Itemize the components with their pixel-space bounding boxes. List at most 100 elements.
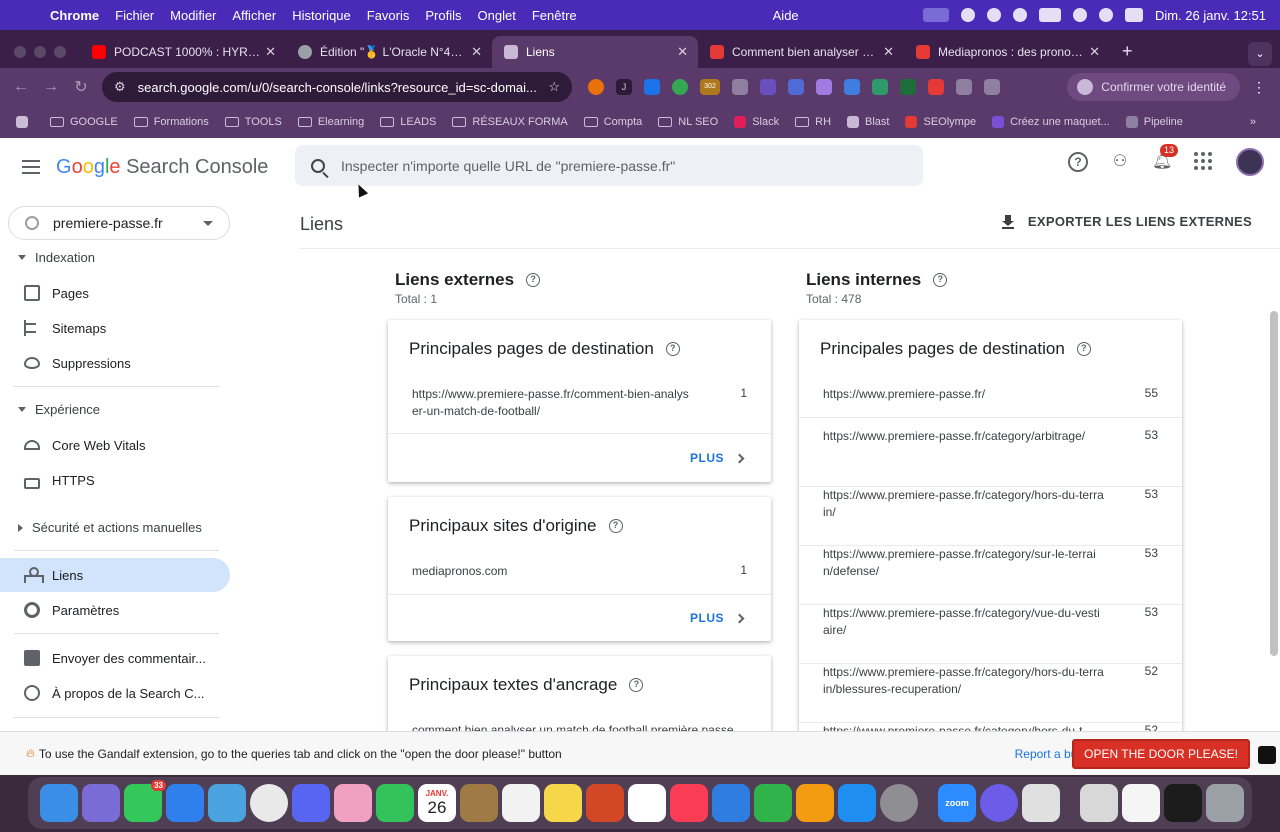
extension-icon[interactable] [644, 79, 660, 95]
google-apps-icon[interactable] [1194, 152, 1214, 172]
menu-favoris[interactable]: Favoris [367, 8, 410, 23]
sidebar-item-sitemaps[interactable]: Sitemaps [0, 311, 230, 345]
menu-historique[interactable]: Historique [292, 8, 351, 23]
gandalf-toggle-icon[interactable] [1258, 746, 1276, 764]
table-row[interactable]: https://www.premiere-passe.fr/comment-bi… [388, 386, 771, 434]
mail-icon[interactable] [166, 784, 204, 822]
bookmark-folder[interactable]: NL SEO [658, 116, 718, 128]
zoom-icon[interactable]: zoom [938, 784, 976, 822]
maps-icon[interactable] [208, 784, 246, 822]
table-row[interactable]: https://www.premiere-passe.fr/55 [799, 386, 1182, 418]
bookmark-folder[interactable]: RÉSEAUX FORMA [452, 116, 568, 128]
extensions-puzzle-icon[interactable] [956, 79, 972, 95]
extension-icon[interactable] [788, 79, 804, 95]
browser-tab[interactable]: Édition "🥇 L'Oracle N°40 : L ✕ [286, 36, 492, 68]
page-scrollbar[interactable] [1270, 311, 1278, 656]
document-stack-icon[interactable] [1122, 784, 1160, 822]
help-icon[interactable]: ? [526, 273, 541, 287]
more-button[interactable]: PLUS [690, 451, 745, 465]
help-icon[interactable]: ? [608, 519, 623, 533]
bookmark-folder[interactable]: Formations [133, 116, 209, 128]
trash-icon[interactable] [1206, 784, 1244, 822]
browser-tab-active[interactable]: Liens ✕ [492, 36, 698, 68]
app-store-icon[interactable] [838, 784, 876, 822]
sidebar-item-about[interactable]: À propos de la Search C... [0, 676, 230, 710]
menu-app-name[interactable]: Chrome [50, 8, 99, 23]
pages-app-icon[interactable] [796, 784, 834, 822]
battery-icon[interactable] [1038, 8, 1061, 22]
link-url[interactable]: mediapronos.com [412, 563, 694, 580]
close-tab-icon[interactable]: ✕ [677, 44, 688, 60]
browser-tab[interactable]: PODCAST 1000% : HYROX : L✕ [80, 36, 286, 68]
link-url[interactable]: https://www.premiere-passe.fr/category/v… [823, 605, 1105, 639]
table-row[interactable]: https://www.premiere-passe.fr/category/a… [799, 428, 1182, 487]
time-machine-icon[interactable] [986, 8, 1001, 22]
notifications-bell-icon[interactable]: 🔔︎ 13 [1152, 144, 1178, 172]
link-url[interactable]: https://www.premiere-passe.fr/category/a… [823, 428, 1105, 445]
search-placeholder[interactable]: Inspecter n'importe quelle URL de "premi… [341, 158, 675, 174]
close-tab-icon[interactable]: ✕ [471, 44, 482, 60]
section-experience[interactable]: Expérience [18, 402, 100, 417]
screen-mirroring-icon[interactable] [922, 8, 949, 22]
help-icon[interactable]: ? [1068, 152, 1088, 172]
manage-users-icon[interactable]: ⚇ [1110, 152, 1130, 172]
sidebar-item-feedback[interactable]: Envoyer des commentair... [0, 641, 230, 675]
link-url[interactable]: https://www.premiere-passe.fr/category/s… [823, 546, 1105, 580]
facetime-icon[interactable] [376, 784, 414, 822]
bookmark-folder[interactable]: RH [795, 116, 831, 128]
extension-badge-icon[interactable]: 302 [700, 79, 720, 95]
screenshot-stack-icon[interactable] [1164, 784, 1202, 822]
reading-list-icon[interactable] [984, 79, 1000, 95]
chrome-icon[interactable] [250, 784, 288, 822]
bookmark-star-icon[interactable]: ☆ [548, 79, 560, 95]
close-tab-icon[interactable]: ✕ [883, 44, 894, 60]
table-row[interactable]: https://www.premiere-passe.fr/category/h… [799, 487, 1182, 546]
menu-modifier[interactable]: Modifier [170, 8, 216, 23]
menu-fichier[interactable]: Fichier [115, 8, 154, 23]
site-info-icon[interactable]: ⚙ [114, 79, 126, 95]
close-tab-icon[interactable]: ✕ [1089, 44, 1100, 60]
freeform-icon[interactable] [628, 784, 666, 822]
menu-profils[interactable]: Profils [425, 8, 461, 23]
bookmark-folder[interactable]: Elearning [297, 116, 364, 128]
preview-icon[interactable] [1022, 784, 1060, 822]
forward-icon[interactable]: → [36, 78, 66, 96]
help-icon[interactable]: ? [933, 273, 948, 287]
link-url[interactable]: https://www.premiere-passe.fr/comment-bi… [412, 386, 694, 420]
extension-icon[interactable] [816, 79, 832, 95]
play-icon[interactable] [1012, 8, 1027, 22]
notes-icon[interactable] [544, 784, 582, 822]
bookmark-folder[interactable]: Compta [583, 116, 642, 128]
table-row[interactable]: https://www.premiere-passe.fr/category/h… [799, 664, 1182, 723]
powerpoint-icon[interactable] [586, 784, 624, 822]
extension-icon[interactable] [672, 79, 688, 95]
numbers-icon[interactable] [754, 784, 792, 822]
property-selector[interactable]: premiere-passe.fr [8, 206, 230, 240]
bookmark-link[interactable]: Pipeline [1125, 116, 1183, 128]
table-row[interactable]: https://www.premiere-passe.fr/category/v… [799, 605, 1182, 664]
main-menu-icon[interactable] [22, 160, 40, 174]
system-settings-icon[interactable] [880, 784, 918, 822]
browser-tab[interactable]: Mediapronos : des pronostics ✕ [904, 36, 1110, 68]
extension-icon[interactable] [872, 79, 888, 95]
bookmark-folder[interactable]: TOOLS [224, 116, 282, 128]
bookmark-folder[interactable]: GOOGLE [50, 116, 118, 128]
back-icon[interactable]: ← [6, 78, 36, 96]
sidebar-item-liens[interactable]: Liens [0, 558, 230, 592]
menu-onglet[interactable]: Onglet [478, 8, 516, 23]
messages-icon[interactable]: 33 [124, 780, 166, 822]
brightness-icon[interactable] [960, 8, 975, 22]
close-window-button[interactable] [14, 46, 26, 58]
section-security[interactable]: Sécurité et actions manuelles [18, 520, 202, 535]
table-row[interactable]: https://www.premiere-passe.fr/category/s… [799, 546, 1182, 605]
chrome-menu-icon[interactable]: ⋮ [1252, 79, 1266, 96]
more-button[interactable]: PLUS [690, 611, 745, 625]
bookmark-link[interactable]: Créez une maquet... [992, 116, 1110, 128]
sidebar-item-pages[interactable]: Pages [0, 276, 230, 310]
close-tab-icon[interactable]: ✕ [265, 44, 276, 60]
bookmark-folder[interactable]: LEADS [380, 116, 436, 128]
google-search-console-logo[interactable]: Google Search Console [56, 156, 268, 179]
bookmark-link[interactable]: Slack [734, 116, 779, 128]
keynote-icon[interactable] [712, 784, 750, 822]
wifi-icon[interactable] [1072, 8, 1087, 22]
